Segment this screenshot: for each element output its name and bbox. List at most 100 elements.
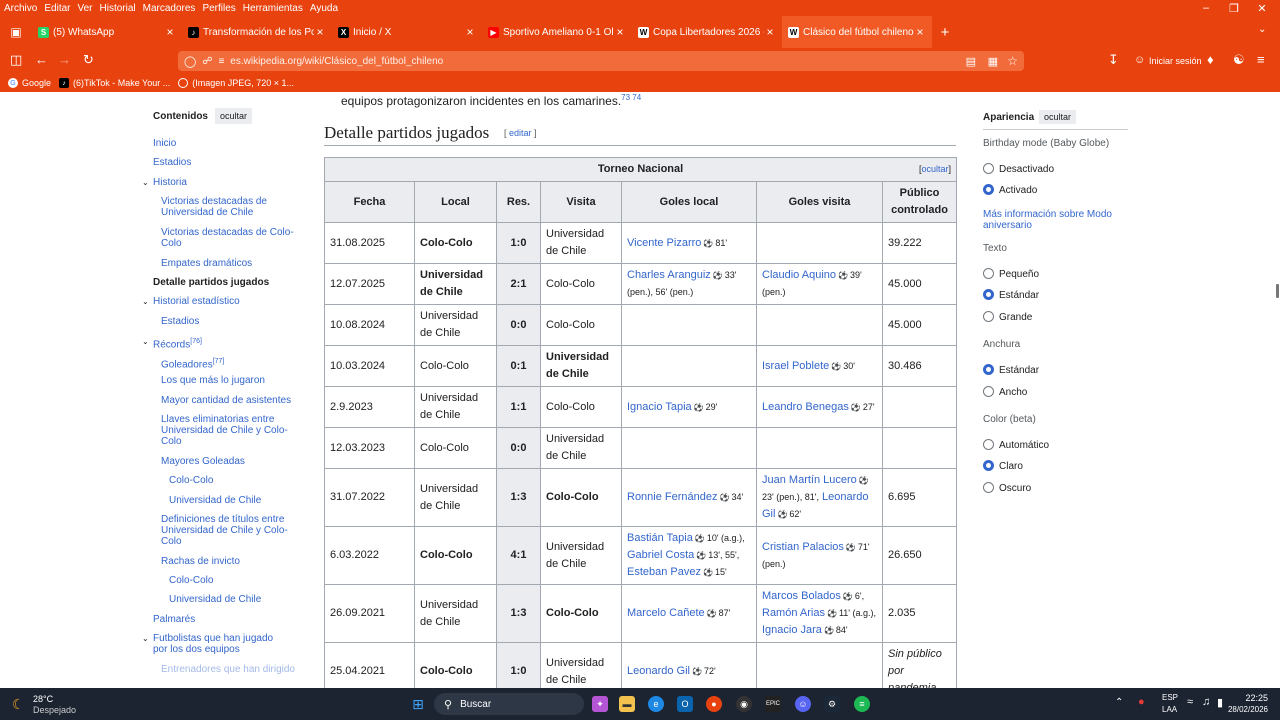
scorer-link[interactable]: Marcos Bolados: [762, 590, 841, 602]
menu-historial[interactable]: Historial: [100, 3, 136, 14]
clock-time[interactable]: 22:25: [1228, 693, 1268, 703]
shield-icon[interactable]: ◯: [184, 55, 196, 68]
app-icon[interactable]: ◉: [736, 696, 752, 712]
volume-icon[interactable]: ♫: [1202, 696, 1210, 708]
scorer-link[interactable]: Ignacio Tapia: [627, 401, 692, 413]
bookmark-tiktok[interactable]: ♪ (6)TikTok - Make Your ...: [59, 78, 170, 88]
toc-item-estadios[interactable]: Estadios: [153, 157, 288, 168]
mic-icon[interactable]: ●: [1138, 696, 1145, 708]
weather-temp[interactable]: 28°C: [33, 694, 53, 704]
radio-color-auto[interactable]: [983, 439, 994, 450]
scorer-link[interactable]: Cristian Palacios: [762, 541, 844, 553]
toc-item-entrenadores[interactable]: Entrenadores que han dirigido a: [161, 664, 296, 676]
tab-copa-libertadores[interactable]: W Copa Libertadores 2026 - Wikip ×: [632, 16, 782, 48]
url-text[interactable]: es.wikipedia.org/wiki/Clásico_del_fútbol…: [230, 56, 443, 67]
tab-list-icon[interactable]: ▣: [0, 16, 32, 48]
scorer-link[interactable]: Juan Martín Lucero: [762, 474, 857, 486]
scorer-link[interactable]: Marcelo Cañete: [627, 607, 705, 619]
close-tab-icon[interactable]: ×: [464, 25, 476, 39]
tab-x[interactable]: X Inicio / X ×: [332, 16, 482, 48]
addon-icon[interactable]: ☯: [1233, 52, 1245, 68]
lang-layout[interactable]: LAA: [1162, 705, 1177, 714]
table-hide-link[interactable]: ocultar: [921, 164, 948, 174]
radio-birthday-off[interactable]: [983, 163, 994, 174]
toc-item-goleadas-colocolo[interactable]: Colo-Colo: [169, 475, 304, 486]
toc-item-empates[interactable]: Empates dramáticos: [161, 258, 296, 269]
chevron-down-icon[interactable]: ⌄: [142, 633, 149, 645]
chevron-down-icon[interactable]: ⌄: [142, 336, 149, 348]
tab-youtube[interactable]: ▶ Sportivo Ameliano 0-1 Olimpia ×: [482, 16, 632, 48]
toc-item-historia[interactable]: Historia: [153, 177, 288, 188]
sidebar-icon[interactable]: ◫: [10, 52, 22, 68]
reader-icon[interactable]: ▤: [966, 55, 976, 68]
edge-icon[interactable]: e: [648, 696, 664, 712]
chevron-down-icon[interactable]: ⌄: [1258, 24, 1266, 35]
toc-item-rachas-uchile[interactable]: Universidad de Chile: [169, 594, 304, 605]
lock-icon[interactable]: ☍: [202, 56, 212, 67]
close-tab-icon[interactable]: ×: [614, 25, 626, 39]
menu-editar[interactable]: Editar: [44, 3, 70, 14]
copilot-icon[interactable]: ✦: [592, 696, 608, 712]
firefox-icon[interactable]: ●: [706, 696, 722, 712]
toc-item-rachas[interactable]: Rachas de invicto: [161, 556, 296, 567]
discord-icon[interactable]: ☺: [795, 696, 811, 712]
scorer-link[interactable]: Leonardo Gil: [627, 665, 690, 677]
intro-refs[interactable]: 73 74: [621, 93, 641, 102]
scorer-link[interactable]: Ignacio Jara: [762, 624, 822, 636]
toc-item-records[interactable]: Récords[76]: [153, 336, 288, 350]
toc-hide-button[interactable]: ocultar: [215, 108, 253, 124]
radio-birthday-on[interactable]: [983, 184, 994, 195]
appearance-hide-button[interactable]: ocultar: [1039, 110, 1077, 124]
download-icon[interactable]: ↧: [1108, 52, 1119, 68]
toc-item-estadios-2[interactable]: Estadios: [161, 316, 296, 327]
toc-item-futbolistas[interactable]: Futbolistas que han jugado por los dos e…: [153, 633, 288, 655]
scrollbar-thumb[interactable]: [1276, 284, 1279, 298]
menu-ayuda[interactable]: Ayuda: [310, 3, 338, 14]
weather-icon[interactable]: ☾: [12, 696, 25, 713]
close-tab-icon[interactable]: ×: [314, 25, 326, 39]
steam-icon[interactable]: ⚙: [824, 696, 840, 712]
wifi-icon[interactable]: ≈: [1187, 696, 1193, 708]
tab-whatsapp[interactable]: S (5) WhatsApp ×: [32, 16, 182, 48]
bookmark-image[interactable]: (Imagen JPEG, 720 × 1...: [178, 78, 294, 88]
back-icon[interactable]: ←: [35, 52, 48, 68]
signin-button[interactable]: Iniciar sesión: [1149, 56, 1202, 66]
account-icon[interactable]: ☺: [1134, 52, 1145, 68]
close-tab-icon[interactable]: ×: [164, 25, 176, 39]
scorer-link[interactable]: Vicente Pizarro: [627, 237, 701, 249]
screenshot-icon[interactable]: ▦: [988, 55, 998, 68]
toc-item-detalle-partidos[interactable]: Detalle partidos jugados: [153, 277, 288, 288]
url-bar[interactable]: ◯ ☍ ≡ es.wikipedia.org/wiki/Clásico_del_…: [178, 51, 1024, 71]
scorer-link[interactable]: Israel Poblete: [762, 360, 829, 372]
new-tab-icon[interactable]: +: [932, 24, 958, 41]
tab-clasico[interactable]: W Clásico del fútbol chileno - Wiki ×: [782, 16, 932, 48]
file-explorer-icon[interactable]: ▬: [619, 696, 635, 712]
clock-date[interactable]: 28/02/2026: [1222, 705, 1268, 714]
radio-text-small[interactable]: [983, 268, 994, 279]
birthday-info-link[interactable]: Más información sobre Modo aniversario: [983, 209, 1123, 231]
tab-tiktok[interactable]: ♪ Transformación de los Power Ra ×: [182, 16, 332, 48]
radio-text-standard[interactable]: [983, 289, 994, 300]
taskbar-search[interactable]: ⚲ Buscar: [434, 693, 584, 715]
scorer-link[interactable]: Ramón Arias: [762, 607, 825, 619]
menu-perfiles[interactable]: Perfiles: [202, 3, 235, 14]
radio-color-light[interactable]: [983, 460, 994, 471]
reload-icon[interactable]: ↻: [83, 52, 94, 68]
close-window-icon[interactable]: ✕: [1246, 0, 1278, 16]
toc-item-victorias-colocolo[interactable]: Victorias destacadas de Colo-Colo: [161, 227, 296, 249]
toc-item-rachas-colocolo[interactable]: Colo-Colo: [169, 575, 304, 586]
toc-item-mayores-goleadas[interactable]: Mayores Goleadas: [161, 456, 296, 467]
close-tab-icon[interactable]: ×: [764, 25, 776, 39]
forward-icon[interactable]: →: [58, 52, 71, 68]
radio-text-large[interactable]: [983, 311, 994, 322]
radio-width-wide[interactable]: [983, 386, 994, 397]
scorer-link[interactable]: Ronnie Fernández: [627, 491, 718, 503]
windows-start-icon[interactable]: ⊞: [410, 696, 426, 712]
close-tab-icon[interactable]: ×: [914, 25, 926, 39]
toc-item-historial[interactable]: Historial estadístico: [153, 296, 288, 307]
scorer-link[interactable]: Bastián Tapia: [627, 532, 693, 544]
chevron-down-icon[interactable]: ⌄: [142, 177, 149, 189]
edit-link[interactable]: editar: [509, 128, 532, 138]
scorer-link[interactable]: Charles Aranguiz: [627, 269, 711, 281]
toc-item-victorias-uchile[interactable]: Victorias destacadas de Universidad de C…: [161, 196, 296, 218]
